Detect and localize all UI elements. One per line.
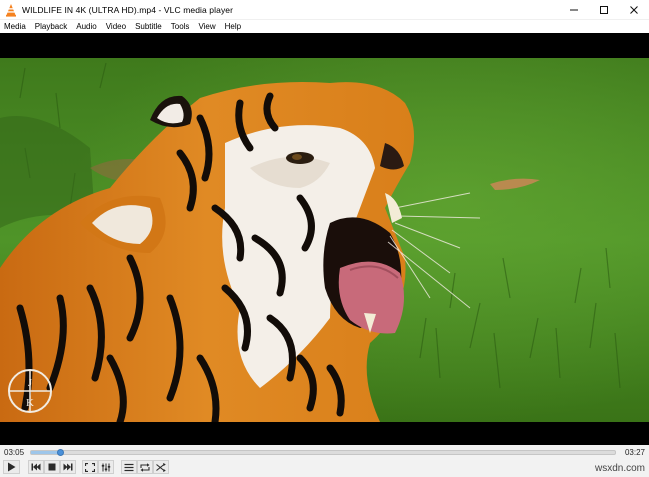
menu-view[interactable]: View [194, 22, 220, 31]
elapsed-time: 03:05 [4, 448, 25, 457]
fullscreen-button[interactable] [82, 460, 98, 474]
close-button[interactable] [619, 0, 649, 20]
play-button[interactable] [3, 460, 20, 474]
playlist-icon [124, 463, 134, 471]
menu-help[interactable]: Help [221, 22, 246, 31]
window-controls [559, 0, 649, 20]
menu-media[interactable]: Media [0, 22, 31, 31]
playlist-button[interactable] [121, 460, 137, 474]
stop-button[interactable] [44, 460, 60, 474]
tiger-video-image: J K [0, 58, 649, 422]
stop-icon [48, 463, 56, 471]
fullscreen-icon [85, 462, 95, 472]
menu-bar: Media Playback Audio Video Subtitle Tool… [0, 20, 649, 33]
previous-icon [31, 463, 41, 471]
menu-subtitle[interactable]: Subtitle [131, 22, 167, 31]
title-bar: WILDLIFE IN 4K (ULTRA HD).mp4 - VLC medi… [0, 0, 649, 20]
seek-fill [31, 451, 61, 454]
vlc-cone-icon [6, 3, 16, 17]
maximize-button[interactable] [589, 0, 619, 20]
minimize-button[interactable] [559, 0, 589, 20]
maximize-icon [600, 6, 608, 14]
extended-settings-icon [101, 463, 111, 471]
loop-icon [140, 462, 150, 472]
jk-logo-letter-k: K [26, 397, 34, 409]
jk-logo-letter-j: J [28, 377, 33, 389]
seek-handle[interactable] [57, 449, 65, 456]
previous-button[interactable] [28, 460, 44, 474]
menu-video[interactable]: Video [102, 22, 131, 31]
seek-bar[interactable] [30, 449, 616, 456]
video-frame[interactable]: J K [0, 58, 649, 422]
menu-tools[interactable]: Tools [167, 22, 195, 31]
video-area[interactable]: J K [0, 33, 649, 445]
menu-playback[interactable]: Playback [31, 22, 72, 31]
watermark-text: wsxdn.com [594, 463, 645, 474]
menu-audio[interactable]: Audio [72, 22, 101, 31]
next-icon [63, 463, 73, 471]
jk-logo: J K [8, 369, 52, 413]
shuffle-button[interactable] [153, 460, 169, 474]
shuffle-icon [156, 462, 166, 472]
close-icon [630, 6, 638, 14]
extended-settings-button[interactable] [98, 460, 114, 474]
play-icon [8, 462, 16, 472]
loop-button[interactable] [137, 460, 153, 474]
playback-controls: 03:05 03:27 wsxdn.com [0, 445, 649, 477]
next-button[interactable] [60, 460, 76, 474]
total-time: 03:27 [624, 448, 645, 457]
minimize-icon [570, 9, 578, 11]
window-title: WILDLIFE IN 4K (ULTRA HD).mp4 - VLC medi… [22, 4, 234, 15]
